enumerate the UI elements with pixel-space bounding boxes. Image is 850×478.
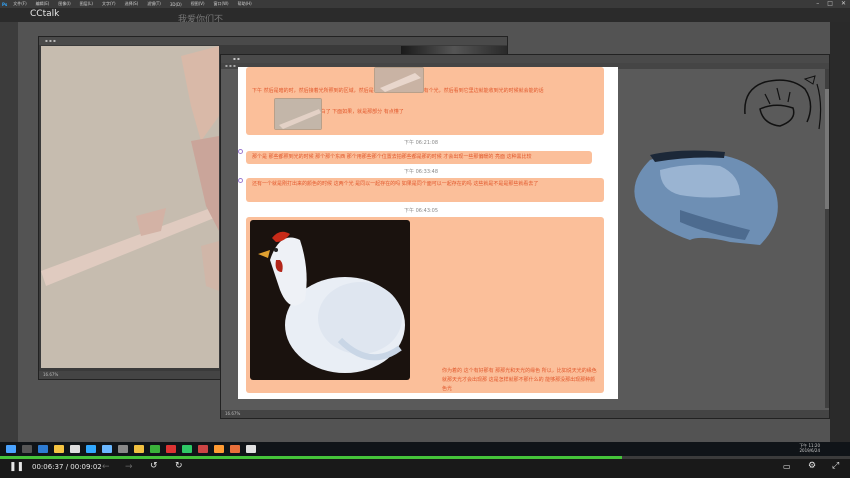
chat-thumbnail-image[interactable] [274,98,322,130]
app-icon[interactable] [134,445,144,453]
chat-radio-icon[interactable] [238,149,243,154]
subtitle-icon[interactable]: ▭ [783,462,791,471]
windows-taskbar: 下午 11:20 2019/6/24 [0,442,850,456]
menu-window[interactable]: 窗口(W) [214,1,229,7]
window-controls: – □ ✕ [816,0,846,7]
chat-timestamp: 下午 06:21:08 [404,140,439,146]
menu-layer[interactable]: 图层(L) [80,1,93,7]
painted-color-swatch [634,150,778,245]
wechat-icon[interactable] [150,445,160,453]
chat-screenshot: 下午 然后是暗的时，然后接着光所照到的区域，然后是在那个时候暗部的那会有个光，然… [238,67,618,399]
menu-filter[interactable]: 滤镜(T) [147,1,161,7]
chat-thumbnail-image[interactable] [374,67,424,93]
chat-timestamp: 下午 06:33:48 [404,169,439,175]
chat-radio-icon[interactable] [238,178,243,183]
menu-image[interactable]: 图像(I) [58,1,70,7]
app-icon[interactable] [166,445,176,453]
taskbar-clock[interactable]: 下午 11:20 2019/6/24 [799,443,820,453]
close-icon[interactable]: ✕ [841,0,846,7]
app-icon[interactable] [214,445,224,453]
chat-timestamp: 下午 06:43:05 [404,208,439,214]
document-tab-main[interactable]: ▪ ▪ [221,55,829,63]
edge-icon[interactable] [38,445,48,453]
rewind-15-icon[interactable]: ↺ [150,461,158,471]
cctalk-header [0,8,850,22]
app-icon[interactable] [246,445,256,453]
chat-bubble: 还有一个就是刚打出来的颜色的时候 这两个光 是同以一起存在的吗 如果是同个面可以… [246,178,604,202]
menu-select[interactable]: 选择(S) [125,1,139,7]
chicken-photo[interactable] [250,220,410,380]
photoshop-menubar: Ps 文件(F) 编辑(E) 图像(I) 图层(L) 文字(Y) 选择(S) 滤… [0,0,850,8]
panels-strip[interactable] [830,22,850,442]
reference-painting [41,46,219,368]
folder-icon[interactable] [54,445,64,453]
chat-message-text: 还有一个就是刚打出来的颜色的时候 这两个光 是同以一起存在的吗 如果是同个面可以… [252,181,539,187]
time-total: 00:09:02 [70,463,102,471]
time-display: 00:06:37 / 00:09:02 [32,463,102,471]
player-controls: ❚❚ 00:06:37 / 00:09:02 ← → ↺ ↻ ▭ ⚙ ⤢ [0,459,850,478]
cctalk-title: CCtalk [30,9,60,19]
cctalk-icon[interactable] [230,445,240,453]
time-separator: / [65,463,69,471]
pen-sketch [744,75,822,130]
tools-panel[interactable] [0,22,18,442]
menu-edit[interactable]: 编辑(E) [36,1,50,7]
fullscreen-icon[interactable]: ⤢ [832,461,839,471]
menu-help[interactable]: 帮助(H) [238,1,252,7]
app-icon[interactable] [118,445,128,453]
menu-type[interactable]: 文字(Y) [102,1,116,7]
menu-3d[interactable]: 3D(D) [170,2,182,7]
chat-bubble: 那个是 那些都照到光的时候 那个那个东西 那个用那些那个位置去拍那些都是那的时候… [246,151,592,164]
chat-message-text: 你为着的 这个有好那有 那那光和天光的缘色 所以，比如说天光的缘色 就那天光才会… [442,368,597,392]
next-icon[interactable]: → [125,462,133,472]
app-icon[interactable] [70,445,80,453]
taskbar-date: 2019/6/24 [799,448,820,453]
chat-message-text: 那个是 那些都照到光的时候 那个那个东西 那个用那些那个位置去拍那些都是那的时候… [252,154,532,160]
photoshop-logo: Ps [2,1,8,7]
app-icon[interactable] [182,445,192,453]
menu-file[interactable]: 文件(F) [13,1,26,7]
previous-icon[interactable]: ← [102,462,110,472]
forward-15-icon[interactable]: ↻ [175,461,183,471]
maximize-icon[interactable]: □ [827,0,833,7]
document-status-main: 16.67% [221,410,829,418]
time-current: 00:06:37 [32,463,64,471]
document-tab[interactable]: ▪ ▪ ▪ [39,37,507,45]
search-icon[interactable] [22,445,32,453]
start-icon[interactable] [6,445,16,453]
settings-icon[interactable]: ⚙ [808,461,816,471]
menu-view[interactable]: 视图(V) [191,1,205,7]
app-icon[interactable] [102,445,112,453]
chat-message-text: 下午 然后是暗的时，然后接着光所照到的区域，然后是在那个时候暗部的那会有个光，然… [252,88,544,94]
photoshop-icon[interactable] [86,445,96,453]
minimize-icon[interactable]: – [816,0,819,7]
reference-canvas[interactable] [41,46,219,368]
app-icon[interactable] [198,445,208,453]
pause-icon[interactable]: ❚❚ [9,462,24,472]
